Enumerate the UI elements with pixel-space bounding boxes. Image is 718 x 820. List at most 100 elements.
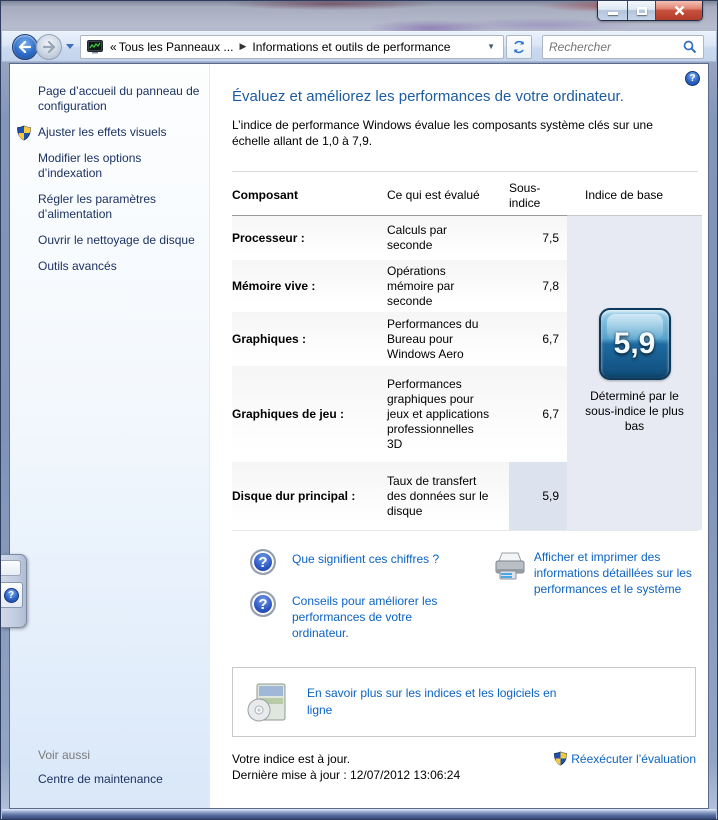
question-mark-icon: ? [250,591,276,617]
uac-shield-icon [554,751,568,766]
refresh-icon [513,40,525,53]
row-processor-evaluated: Calculs par seconde [387,216,509,260]
breadcrumb-overflow[interactable]: « [108,40,119,54]
row-memory-evaluated: Opérations mémoire par seconde [387,260,509,312]
window-body: Page d’accueil du panneau de configurati… [9,63,709,809]
recent-pages-dropdown-icon[interactable] [66,44,74,49]
row-memory-component: Mémoire vive : [232,260,387,312]
row-processor-score: 7,5 [509,216,567,260]
background-window-fragment[interactable]: ? [1,554,27,628]
row-primary-disk-score: 5,9 [509,462,567,530]
sidebar-item-label: Page d’accueil du panneau de configurati… [38,84,200,113]
printer-icon [495,552,525,580]
learn-more-box: En savoir plus sur les indices et les lo… [232,667,696,737]
status-up-to-date: Votre indice est à jour. [232,752,351,766]
back-button[interactable] [12,33,38,60]
address-bar[interactable]: « Tous les Panneaux ... ▶ Informations e… [80,34,504,59]
evaluated-text: Performances du Bureau pour Windows Aero [387,316,479,361]
column-header-evaluated: Ce qui est évalué [387,176,509,216]
sidebar-item-label: Régler les paramètres d’alimentation [38,192,157,221]
sidebar-task-list: Page d’accueil du panneau de configurati… [17,84,201,285]
row-gaming-graphics-component: Graphiques de jeu : [232,366,387,462]
row-graphics-component: Graphiques : [232,312,387,366]
row-graphics-evaluated: Performances du Bureau pour Windows Aero [387,312,509,366]
refresh-button[interactable] [506,34,532,59]
sidebar: Page d’accueil du panneau de configurati… [10,64,210,808]
uac-shield-icon [17,125,31,141]
close-icon [674,5,684,16]
base-score-caption: Déterminé par le sous-indice le plus bas [585,389,684,433]
forward-button[interactable] [36,33,62,60]
forward-arrow-icon [42,40,56,53]
row-gaming-graphics-score: 6,7 [509,366,567,462]
sidebar-item-power-settings[interactable]: Régler les paramètres d’alimentation [38,192,208,222]
status-section: Votre indice est à jour. Dernière mise à… [232,751,696,783]
sidebar-item-advanced-tools[interactable]: Outils avancés [38,259,208,274]
sidebar-item-label: Ajuster les effets visuels [38,125,167,139]
row-graphics-score: 6,7 [509,312,567,366]
column-header-component: Composant [232,176,387,216]
column-header-subscore: Sous-indice [509,176,567,216]
link-what-do-numbers-mean[interactable]: ? Que signifient ces chiffres ? [250,549,492,575]
link-label[interactable]: Que signifient ces chiffres ? [292,549,439,567]
base-score-value: 5,9 [613,327,656,360]
maximize-button[interactable] [628,1,656,20]
link-improve-tips[interactable]: ? Conseils pour améliorer les performanc… [250,591,492,641]
see-also-header: Voir aussi [38,748,91,762]
help-icon: ? [3,587,19,603]
link-label[interactable]: Conseils pour améliorer les performances… [292,591,468,641]
close-button[interactable] [656,1,702,20]
row-primary-disk-evaluated: Taux de transfert des données sur le dis… [387,462,509,530]
sidebar-item-disk-cleanup[interactable]: Ouvrir le nettoyage de disque [38,233,208,248]
main-panel: ? Évaluez et améliorez les performances … [210,64,708,808]
rerun-assessment-link[interactable]: Réexécuter l’évaluation [553,751,696,766]
maximize-icon [636,6,647,15]
link-label[interactable]: Réexécuter l’évaluation [571,752,696,766]
base-score-cell: 5,9 Déterminé par le sous-indice le plus… [567,216,702,530]
minimize-button[interactable] [598,1,628,20]
sidebar-item-action-center[interactable]: Centre de maintenance [38,772,201,786]
sidebar-item-adjust-visual-effects[interactable]: Ajuster les effets visuels [17,125,208,141]
help-links-left: ? Que signifient ces chiffres ? ? Consei… [232,549,492,657]
question-mark-icon: ? [250,549,276,575]
window: « Tous les Panneaux ... ▶ Informations e… [0,0,718,820]
search-input[interactable] [549,39,683,54]
sidebar-item-indexing-options[interactable]: Modifier les options d’indexation [38,151,208,181]
evaluated-text: Performances graphiques pour jeux et app… [387,376,490,451]
link-learn-more[interactable]: En savoir plus sur les indices et les lo… [307,685,557,719]
search-box[interactable] [542,34,704,59]
index-status: Votre indice est à jour. Dernière mise à… [232,751,460,783]
page-title: Évaluez et améliorez les performances de… [232,88,624,105]
software-box-icon [247,683,286,722]
row-processor-component: Processeur : [232,216,387,260]
caption-button-group [597,1,703,21]
print-details-link[interactable]: Afficher et imprimer des informations dé… [492,549,698,657]
help-button[interactable]: ? [685,71,700,86]
status-last-update: Dernière mise à jour : 12/07/2012 13:06:… [232,768,461,782]
performance-table: Composant Ce qui est évalué Sous-indice … [232,171,702,531]
row-primary-disk-component: Disque dur principal : [232,462,387,530]
row-memory-score: 7,8 [509,260,567,312]
navigation-bar: « Tous les Panneaux ... ▶ Informations e… [2,31,716,62]
search-icon[interactable] [683,40,697,54]
address-dropdown-icon[interactable]: ▼ [483,42,499,51]
column-header-base-score: Indice de base [567,176,702,216]
background-window-help-button[interactable]: ? [1,582,23,608]
sidebar-item-label: Outils avancés [38,259,117,273]
row-gaming-graphics-evaluated: Performances graphiques pour jeux et app… [387,366,509,462]
breadcrumb-item-performance[interactable]: Informations et outils de performance [252,40,450,54]
breadcrumb-separator-icon[interactable]: ▶ [233,41,252,52]
minimize-icon [607,12,618,15]
sidebar-see-also-section: Voir aussi Centre de maintenance [38,748,201,786]
evaluated-text: Taux de transfert des données sur le dis… [387,473,489,518]
evaluated-text: Calculs par seconde [387,223,448,252]
breadcrumb-item-panels[interactable]: Tous les Panneaux ... [119,40,234,54]
sidebar-item-control-panel-home[interactable]: Page d’accueil du panneau de configurati… [38,84,208,114]
evaluated-text: Opérations mémoire par seconde [387,263,455,308]
link-label[interactable]: Afficher et imprimer des informations dé… [534,549,698,597]
sidebar-item-label: Modifier les options d’indexation [38,151,142,180]
windows-experience-index-badge: 5,9 [598,308,671,380]
sidebar-item-label: Ouvrir le nettoyage de disque [38,233,195,247]
background-window-control [1,560,21,576]
page-description: L’indice de performance Windows évalue l… [232,118,653,148]
